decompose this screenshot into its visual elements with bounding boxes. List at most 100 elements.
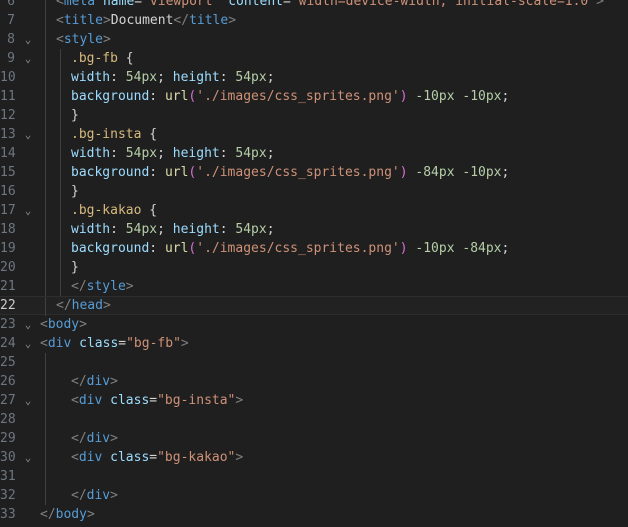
css-selector: .bg-insta <box>71 127 142 142</box>
line-code[interactable]: </body> <box>40 505 95 524</box>
code-line[interactable]: 22 </head> <box>0 296 628 316</box>
line-code[interactable]: width: 54px; height: 54px; <box>71 220 275 239</box>
code-line[interactable]: 18 width: 54px; height: 54px; <box>0 220 628 239</box>
code-text: { <box>117 51 134 66</box>
code-line[interactable]: 11 background: url('./images/css_sprites.… <box>0 87 628 106</box>
line-code[interactable]: .bg-insta { <box>71 125 157 144</box>
string-literal: "bg-insta" <box>157 393 236 408</box>
code-text: ; <box>501 89 510 104</box>
line-code[interactable]: <div class="bg-kakao"> <box>71 448 243 467</box>
bracket: > <box>79 317 87 332</box>
css-property: background <box>71 89 150 104</box>
line-code[interactable]: <body> <box>40 315 87 334</box>
line-code[interactable]: background: url('./images/css_sprites.pn… <box>71 239 509 258</box>
line-code[interactable]: <div class="bg-fb"> <box>40 334 189 353</box>
bracket: </ <box>71 488 87 503</box>
code-line[interactable]: 30 ⌄ <div class="bg-kakao"> <box>0 448 628 467</box>
line-code[interactable]: } <box>71 106 79 125</box>
code-line[interactable]: 25 <box>0 353 628 372</box>
code-line[interactable]: 9 ⌄ .bg-fb { <box>0 49 628 68</box>
indent-guide <box>45 163 46 182</box>
line-code[interactable]: } <box>71 258 79 277</box>
code-line[interactable]: 29 </div> <box>0 429 628 448</box>
line-code[interactable]: width: 54px; height: 54px; <box>71 144 275 163</box>
bracket: </ <box>71 374 87 389</box>
bracket: > <box>110 431 118 446</box>
line-number: 7 <box>7 13 15 28</box>
code-line[interactable]: 10 width: 54px; height: 54px; <box>0 68 628 87</box>
line-code[interactable]: } <box>71 182 79 201</box>
code-line[interactable]: 27 ⌄ <div class="bg-insta"> <box>0 391 628 410</box>
code-line[interactable]: 14 width: 54px; height: 54px; <box>0 144 628 163</box>
code-text: : <box>219 146 236 161</box>
line-number: 17 <box>0 203 16 218</box>
css-property: background <box>71 241 150 256</box>
bracket: > <box>102 32 111 47</box>
code-line[interactable]: 21 </style> <box>0 277 628 296</box>
tag-name: body <box>47 317 80 332</box>
code-line[interactable]: 24 ⌄ <div class="bg-fb"> <box>0 334 628 353</box>
number-literal: 54px <box>125 146 158 161</box>
indent-guide <box>60 49 61 68</box>
bracket: </ <box>40 507 56 522</box>
line-code[interactable]: <title>Document</title> <box>56 11 236 30</box>
code-line[interactable]: 16} <box>0 182 628 201</box>
line-code[interactable]: </div> <box>71 372 118 391</box>
bracket: > <box>228 13 237 28</box>
fold-chevron-icon[interactable]: ⌄ <box>21 334 35 353</box>
code-line[interactable]: 19 background: url('./images/css_sprites.… <box>0 239 628 258</box>
code-line[interactable]: 8 ⌄ <style> <box>0 30 628 49</box>
code-text: : <box>219 222 236 237</box>
indent-guide <box>60 182 61 201</box>
fold-chevron-icon[interactable]: ⌄ <box>21 30 35 49</box>
indent-guide <box>45 239 46 258</box>
bracket: < <box>56 0 64 9</box>
code-line[interactable]: 26 </div> <box>0 372 628 391</box>
line-code[interactable]: width: 54px; height: 54px; <box>71 68 275 87</box>
line-code[interactable]: <style> <box>56 30 111 49</box>
fold-chevron-icon[interactable]: ⌄ <box>21 125 35 144</box>
fold-chevron-icon[interactable]: ⌄ <box>21 448 35 467</box>
fold-chevron-icon[interactable]: ⌄ <box>21 49 35 68</box>
indent-guide <box>45 0 46 11</box>
code-line[interactable]: 23 ⌄ <body> <box>0 315 628 334</box>
code-line[interactable]: 32 </div> <box>0 486 628 505</box>
line-number: 23 <box>0 317 16 332</box>
code-line[interactable]: 13 ⌄ .bg-insta { <box>0 125 628 144</box>
number-literal: 54px <box>235 146 267 161</box>
code-line[interactable]: 7 <title>Document</title> <box>0 11 628 30</box>
code-line[interactable]: 17 ⌄ .bg-kakao { <box>0 201 628 220</box>
code-text: ; <box>266 222 275 237</box>
bracket: </ <box>71 279 87 294</box>
line-code[interactable]: <meta name="viewport" content="width=dev… <box>56 0 604 11</box>
code-line[interactable]: 20} <box>0 258 628 277</box>
number-literal: -10px <box>462 89 502 104</box>
operator: = <box>149 450 158 465</box>
line-code[interactable]: background: url('./images/css_sprites.pn… <box>71 87 509 106</box>
fold-chevron-icon[interactable]: ⌄ <box>21 391 35 410</box>
fold-chevron-icon[interactable]: ⌄ <box>21 315 35 334</box>
line-number: 24 <box>0 336 16 351</box>
indent-guide <box>45 410 46 429</box>
string-literal: './images/css_sprites.png' <box>196 89 400 104</box>
line-code[interactable]: </div> <box>71 429 118 448</box>
line-code[interactable]: <div class="bg-insta"> <box>71 391 243 410</box>
line-code[interactable]: </div> <box>71 486 118 505</box>
paren: ) <box>399 165 408 180</box>
code-line[interactable]: 12} <box>0 106 628 125</box>
line-code[interactable]: </head> <box>56 297 111 314</box>
line-code[interactable]: .bg-kakao { <box>71 201 157 220</box>
bracket: > <box>125 279 134 294</box>
code-line[interactable]: 33 </body> <box>0 505 628 524</box>
line-code[interactable]: background: url('./images/css_sprites.pn… <box>71 163 509 182</box>
code-line[interactable]: 31 <box>0 467 628 486</box>
line-code[interactable]: .bg-fb { <box>71 49 134 68</box>
fold-chevron-icon[interactable]: ⌄ <box>21 201 35 220</box>
code-line[interactable]: 15 background: url('./images/css_sprites.… <box>0 163 628 182</box>
code-line[interactable]: 6 <meta name="viewport" content="width=de… <box>0 0 628 11</box>
line-code[interactable]: </style> <box>71 277 134 296</box>
code-editor[interactable]: 6 <meta name="viewport" content="width=de… <box>0 0 628 527</box>
bracket: > <box>102 13 111 28</box>
string-literal: "width=device-width, initial-scale=1.0" <box>290 0 597 9</box>
code-line[interactable]: 28 <box>0 410 628 429</box>
